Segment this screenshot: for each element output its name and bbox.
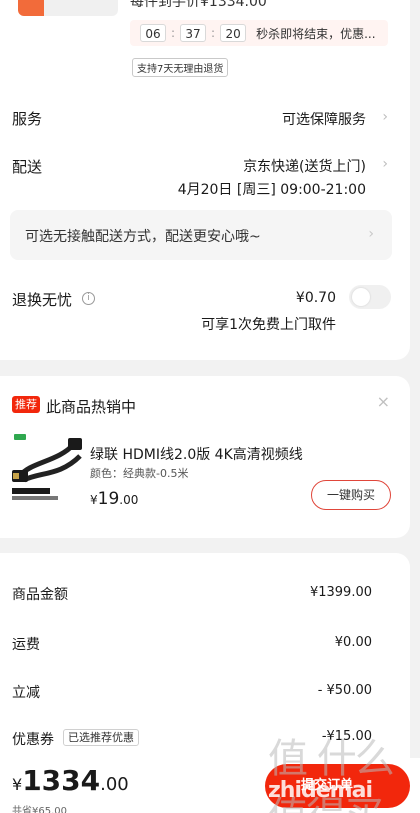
saved-amount: 共省¥65.00	[12, 806, 67, 813]
close-icon[interactable]: ×	[377, 392, 390, 411]
hdmi-cable-image	[12, 434, 82, 500]
flash-sale-countdown: 06 : 37 : 20 秒杀即将结束，优惠...	[130, 20, 388, 46]
coupon-selected-tag[interactable]: 已选推荐优惠	[63, 729, 139, 746]
service-value: 可选保障服务	[282, 112, 366, 128]
coupon-label: 优惠券	[12, 732, 54, 748]
return-worry-label: 退换无忧	[12, 291, 73, 309]
return-policy-tag: 支持7天无理由退货	[132, 58, 229, 77]
countdown-colon: :	[171, 26, 176, 40]
currency-symbol: ¥	[12, 775, 23, 794]
contactless-delivery-option[interactable]: 可选无接触配送方式，配送更安心哦~ ›	[10, 210, 392, 260]
return-worry-desc: 可享1次免费上门取件	[201, 317, 336, 333]
flash-sale-text: 秒杀即将结束，优惠...	[256, 26, 376, 41]
total-decimal: .00	[100, 774, 129, 795]
countdown-colon: :	[211, 26, 216, 40]
discount-label: 立减	[12, 685, 40, 701]
goods-amount-value: ¥1399.00	[309, 585, 372, 600]
unit-price-text: 每件到手价¥1334.00	[130, 0, 267, 10]
one-click-buy-button[interactable]: 一键购买	[311, 480, 391, 510]
contactless-text: 可选无接触配送方式，配送更安心哦~	[25, 229, 261, 245]
hot-item-card: 推荐 此商品热销中 × 绿联 HDMI线2.0版 4K高清视频线 颜色：经典款-…	[0, 376, 410, 538]
total-integer: 1334	[22, 764, 101, 797]
countdown-seconds: 20	[220, 24, 247, 42]
price-integer: 19	[97, 489, 120, 509]
hot-item-title: 此商品热销中	[46, 398, 137, 416]
recommended-product-title[interactable]: 绿联 HDMI线2.0版 4K高清视频线	[90, 444, 303, 464]
chevron-right-icon: ›	[368, 226, 374, 242]
recommended-product-spec: 颜色：经典款-0.5米	[90, 467, 189, 480]
info-icon[interactable]: i	[82, 292, 95, 305]
recommended-product-price: ¥19.00	[90, 489, 138, 509]
shipping-label: 运费	[12, 637, 40, 653]
checkout-bar: ¥1334.00 共省¥65.00 提交订单	[0, 758, 420, 813]
submit-order-button[interactable]: 提交订单	[265, 764, 410, 808]
coupon-value: -¥15.00	[321, 729, 372, 744]
delivery-time: 4月20日 [周三] 09:00-21:00	[177, 182, 366, 198]
discount-value: - ¥50.00	[317, 683, 372, 698]
delivery-label: 配送	[12, 158, 43, 176]
chevron-right-icon: ›	[382, 109, 388, 125]
total-price: ¥1334.00	[12, 764, 129, 797]
chevron-right-icon: ›	[382, 156, 388, 172]
toggle-knob	[352, 288, 370, 306]
price-decimal: .00	[119, 493, 139, 507]
return-worry-toggle[interactable]	[349, 285, 391, 309]
product-thumbnail	[18, 0, 118, 16]
service-label: 服务	[12, 110, 43, 128]
return-worry-price: ¥0.70	[295, 290, 336, 306]
countdown-hours: 06	[140, 24, 166, 42]
recommend-badge: 推荐	[12, 396, 40, 413]
countdown-minutes: 37	[180, 24, 207, 42]
order-info-card: 每件到手价¥1334.00 06 : 37 : 20 秒杀即将结束，优惠... …	[0, 0, 410, 360]
currency-symbol: ¥	[90, 493, 98, 507]
delivery-method: 京东快递(送货上门)	[243, 159, 366, 175]
goods-amount-label: 商品金额	[12, 587, 68, 603]
shipping-value: ¥0.00	[334, 635, 372, 650]
